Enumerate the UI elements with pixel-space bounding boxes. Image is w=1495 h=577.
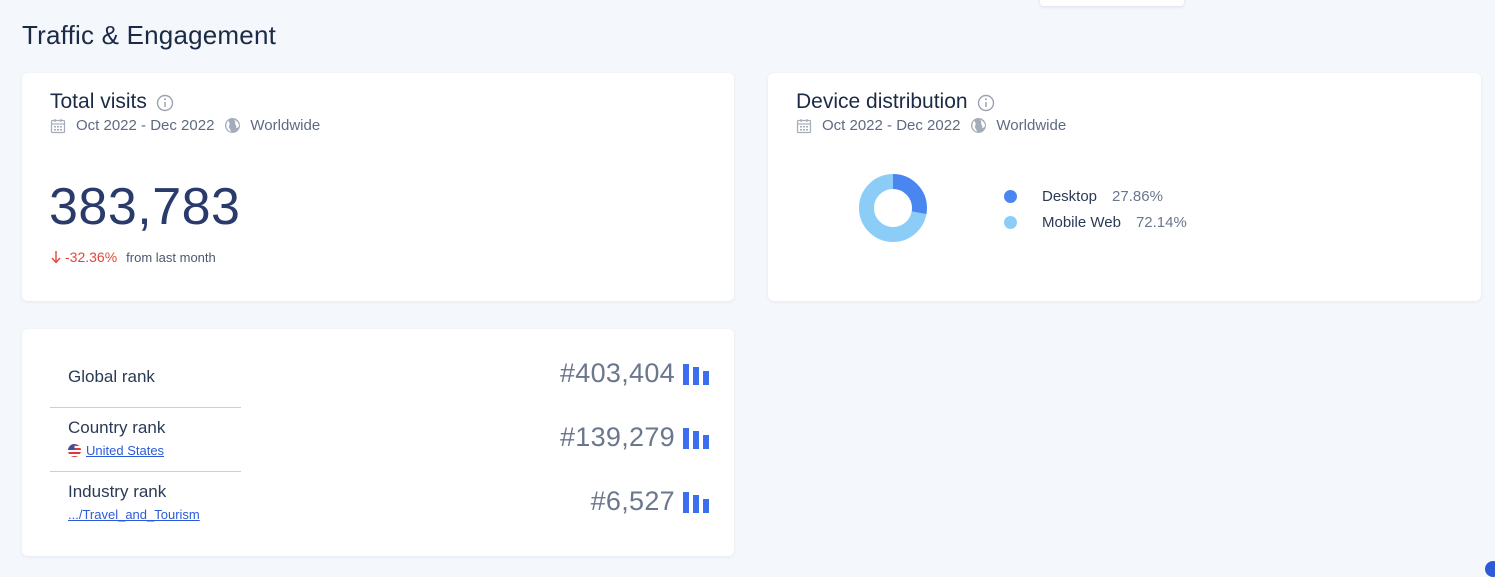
legend-value: 27.86% [1112,188,1163,205]
change-value: -32.36% [65,249,117,265]
country-link[interactable]: United States [86,443,164,458]
global-rank-value: #403,404 [560,358,675,389]
section-title: Traffic & Engagement [22,20,276,51]
total-visits-card: Total visits Oct 2022 - Dec 2022 Worldwi… [22,73,734,301]
device-distribution-title: Device distribution [796,90,968,114]
bar-chart-icon[interactable] [682,490,710,514]
industry-rank-row: Industry rank .../Travel_and_Tourism #6,… [50,472,710,536]
globe-icon [224,117,241,134]
industry-link[interactable]: .../Travel_and_Tourism [68,507,200,522]
top-tab-edge [1040,0,1184,6]
device-donut-chart[interactable] [858,173,928,243]
device-distribution-card: Device distribution Oct 2022 - Dec 2022 … [768,73,1481,301]
ranks-card: Global rank #403,404 Country rank [22,329,734,556]
country-rank-label: Country rank [68,418,165,438]
industry-rank-label: Industry rank [68,482,166,502]
legend-label: Mobile Web [1042,214,1121,231]
device-legend: Desktop 27.86% Mobile Web 72.14% [1004,183,1187,235]
total-visits-value: 383,783 [49,177,240,237]
change-note: from last month [126,250,216,265]
info-icon[interactable] [977,94,995,112]
industry-rank-value: #6,527 [591,486,675,517]
corner-badge [1485,561,1495,577]
arrow-down-icon [50,250,62,264]
globe-icon [970,117,987,134]
mobile-web-dot [1004,216,1017,229]
calendar-icon [796,118,812,134]
region-text: Worldwide [250,117,320,134]
bar-chart-icon[interactable] [682,426,710,450]
global-rank-label: Global rank [68,367,155,387]
bar-chart-icon[interactable] [682,362,710,386]
total-visits-title: Total visits [50,90,147,114]
period-text: Oct 2022 - Dec 2022 [76,117,214,134]
info-icon[interactable] [156,94,174,112]
period-text: Oct 2022 - Dec 2022 [822,117,960,134]
global-rank-row: Global rank #403,404 [50,344,710,408]
country-rank-value: #139,279 [560,422,675,453]
desktop-dot [1004,190,1017,203]
legend-item-desktop[interactable]: Desktop 27.86% [1004,183,1187,209]
region-text: Worldwide [996,117,1066,134]
legend-value: 72.14% [1136,214,1187,231]
country-rank-row: Country rank United States #139,279 [50,408,710,472]
calendar-icon [50,118,66,134]
us-flag-icon [68,444,81,457]
legend-item-mobile-web[interactable]: Mobile Web 72.14% [1004,209,1187,235]
legend-label: Desktop [1042,188,1097,205]
